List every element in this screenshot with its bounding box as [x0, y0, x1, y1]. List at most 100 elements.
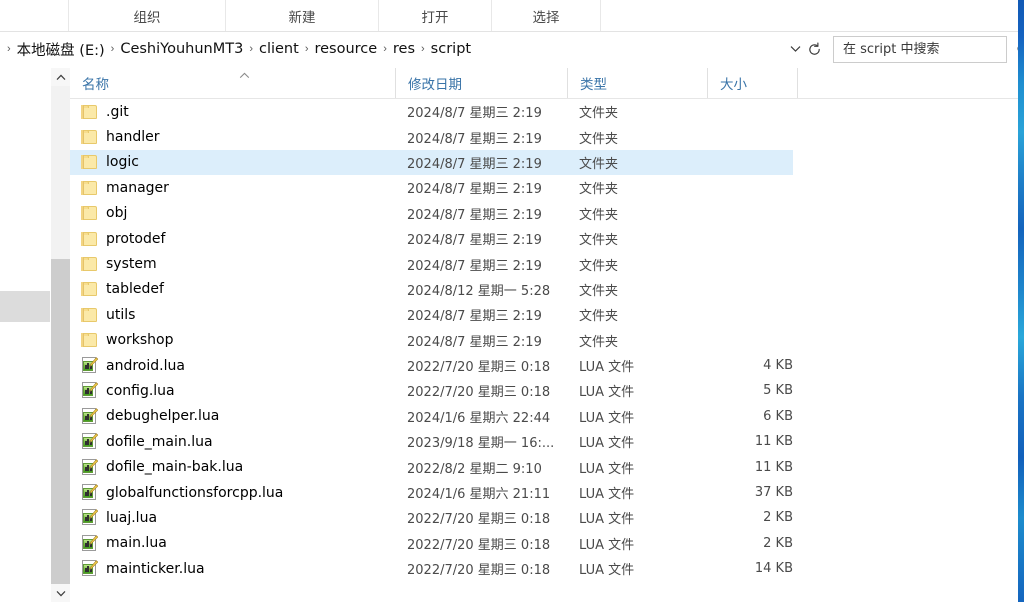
command-organize-button[interactable]: 组织 [69, 0, 226, 31]
command-bar-left-spacer [0, 0, 69, 31]
file-name-cell[interactable]: system [70, 251, 395, 276]
file-list-row[interactable]: utils 2024/8/7 星期三 2:19 文件夹 [70, 302, 793, 327]
file-list-row[interactable]: workshop 2024/8/7 星期三 2:19 文件夹 [70, 328, 793, 353]
file-icon-slot [70, 104, 102, 119]
file-name-cell[interactable]: debughelper.lua [70, 404, 395, 429]
file-type-cell: LUA 文件 [579, 410, 635, 426]
breadcrumb-separator-icon[interactable]: › [299, 43, 315, 55]
column-header-name[interactable]: 名称 [70, 68, 395, 98]
file-size-cell: 11 KB [754, 459, 793, 475]
command-bar: 组织 新建 打开 选择 [0, 0, 1018, 32]
file-name-cell[interactable]: protodef [70, 226, 395, 251]
file-name-label: protodef [106, 230, 166, 247]
file-name-cell[interactable]: android.lua [70, 353, 395, 378]
column-header-date-modified[interactable]: 修改日期 [395, 68, 567, 98]
command-new-button[interactable]: 新建 [226, 0, 379, 31]
scrollbar-track-upper[interactable] [51, 86, 70, 259]
column-header-type[interactable]: 类型 [567, 68, 707, 98]
navigation-pane-item[interactable] [0, 291, 50, 322]
scrollbar-thumb[interactable] [51, 259, 70, 602]
file-name-label: .git [106, 103, 129, 120]
file-name-label: luaj.lua [106, 509, 158, 526]
file-list-row[interactable]: globalfunctionsforcpp.lua 2024/1/6 星期六 21… [70, 480, 793, 505]
file-name-cell[interactable]: logic [70, 150, 395, 175]
refresh-icon[interactable] [804, 39, 824, 59]
command-open-label: 打开 [421, 9, 449, 26]
file-list-row[interactable]: mainticker.lua 2022/7/20 星期三 0:18 LUA 文件 14… [70, 556, 793, 581]
file-name-label: utils [106, 306, 136, 323]
search-input[interactable] [843, 39, 1013, 60]
file-list-row[interactable]: obj 2024/8/7 星期三 2:19 文件夹 [70, 201, 793, 226]
file-list-row[interactable]: handler 2024/8/7 星期三 2:19 文件夹 [70, 124, 793, 149]
file-name-label: config.lua [106, 382, 175, 399]
column-header-size[interactable]: 大小 [707, 68, 797, 98]
breadcrumb-item-ceshiyouhunmt3[interactable]: CeshiYouhunMT3 [120, 41, 243, 57]
column-header-type-label: 类型 [580, 77, 607, 93]
breadcrumb-item-drive[interactable]: 本地磁盘 (E:) [17, 39, 105, 60]
file-list-row[interactable]: main.lua 2022/7/20 星期三 0:18 LUA 文件 2 KB [70, 531, 793, 556]
breadcrumb-separator-icon[interactable]: › [243, 43, 259, 55]
file-list-row[interactable]: .git 2024/8/7 星期三 2:19 文件夹 [70, 99, 793, 124]
column-header-empty-tail[interactable] [797, 68, 1018, 98]
file-size-cell: 5 KB [763, 383, 793, 399]
command-select-button[interactable]: 选择 [492, 0, 601, 31]
file-list-row[interactable]: debughelper.lua 2024/1/6 星期六 22:44 LUA 文件 6… [70, 404, 793, 429]
breadcrumb-separator-icon[interactable]: › [105, 43, 121, 55]
file-name-cell[interactable]: mainticker.lua [70, 556, 395, 581]
breadcrumb-item-script[interactable]: script [431, 41, 471, 57]
file-date-modified-cell: 2024/8/7 星期三 2:19 [407, 334, 542, 350]
file-type-cell: 文件夹 [579, 207, 619, 223]
file-type-cell: LUA 文件 [579, 487, 635, 503]
file-name-cell[interactable]: dofile_main-bak.lua [70, 454, 395, 479]
file-list-row[interactable]: luaj.lua 2022/7/20 星期三 0:18 LUA 文件 2 KB [70, 505, 793, 530]
command-select-label: 选择 [532, 9, 560, 26]
file-type-cell: 文件夹 [579, 283, 619, 299]
file-name-cell[interactable]: handler [70, 124, 395, 149]
file-name-cell[interactable]: dofile_main.lua [70, 429, 395, 454]
file-size-cell: 2 KB [763, 510, 793, 526]
file-icon-slot [70, 282, 102, 297]
sort-ascending-icon [239, 72, 250, 79]
breadcrumb-item-res[interactable]: res [393, 41, 415, 57]
command-open-button[interactable]: 打开 [379, 0, 492, 31]
file-list-row[interactable]: logic 2024/8/7 星期三 2:19 文件夹 [70, 149, 793, 176]
file-name-cell[interactable]: main.lua [70, 531, 395, 556]
file-name-cell[interactable]: tabledef [70, 277, 395, 302]
column-header-date-modified-label: 修改日期 [408, 77, 462, 93]
breadcrumb-item-resource[interactable]: resource [314, 41, 377, 57]
search-box[interactable] [833, 36, 1018, 63]
breadcrumb[interactable]: › 本地磁盘 (E:) › CeshiYouhunMT3 › client › … [0, 35, 784, 63]
breadcrumb-item-client[interactable]: client [259, 41, 299, 57]
file-list-row[interactable]: config.lua 2022/7/20 星期三 0:18 LUA 文件 5 KB [70, 378, 793, 403]
file-date-modified-cell: 2024/8/12 星期一 5:28 [407, 283, 551, 299]
file-list: .git 2024/8/7 星期三 2:19 文件夹 handler 2024/8/7 … [70, 99, 1018, 581]
file-name-cell[interactable]: config.lua [70, 378, 395, 403]
file-list-row[interactable]: dofile_main.lua 2023/9/18 星期一 16:... LUA 文… [70, 429, 793, 454]
file-name-cell[interactable]: utils [70, 302, 395, 327]
file-icon-slot [70, 458, 102, 476]
file-name-cell[interactable]: globalfunctionsforcpp.lua [70, 480, 395, 505]
file-name-cell[interactable]: .git [70, 99, 395, 124]
chevron-down-icon[interactable] [786, 40, 804, 58]
file-type-cell: LUA 文件 [579, 563, 635, 579]
scrollbar-up-arrow-icon[interactable] [51, 68, 70, 86]
file-name-cell[interactable]: workshop [70, 328, 395, 353]
file-name-cell[interactable]: luaj.lua [70, 505, 395, 530]
file-name-cell[interactable]: obj [70, 201, 395, 226]
file-list-row[interactable]: protodef 2024/8/7 星期三 2:19 文件夹 [70, 226, 793, 251]
file-icon-slot [70, 433, 102, 450]
file-list-row[interactable]: system 2024/8/7 星期三 2:19 文件夹 [70, 251, 793, 276]
file-list-area: 名称 修改日期 类型 大小 .git 2024/8/7 星期三 2:19 文件夹 ha… [70, 68, 1018, 602]
breadcrumb-separator-icon[interactable]: › [377, 43, 393, 55]
file-list-row[interactable]: android.lua 2022/7/20 星期三 0:18 LUA 文件 4 KB [70, 353, 793, 378]
breadcrumb-leading-chevron-icon[interactable]: › [4, 43, 17, 55]
navigation-pane-scrollbar[interactable] [51, 68, 70, 602]
file-name-cell[interactable]: manager [70, 175, 395, 200]
lua-file-icon [81, 458, 98, 476]
breadcrumb-separator-icon[interactable]: › [415, 43, 431, 55]
file-list-row[interactable]: manager 2024/8/7 星期三 2:19 文件夹 [70, 175, 793, 200]
file-size-cell: 2 KB [763, 535, 793, 551]
file-list-row[interactable]: dofile_main-bak.lua 2022/8/2 星期二 9:10 LUA … [70, 454, 793, 479]
file-list-row[interactable]: tabledef 2024/8/12 星期一 5:28 文件夹 [70, 277, 793, 302]
scrollbar-down-arrow-icon[interactable] [51, 584, 70, 602]
